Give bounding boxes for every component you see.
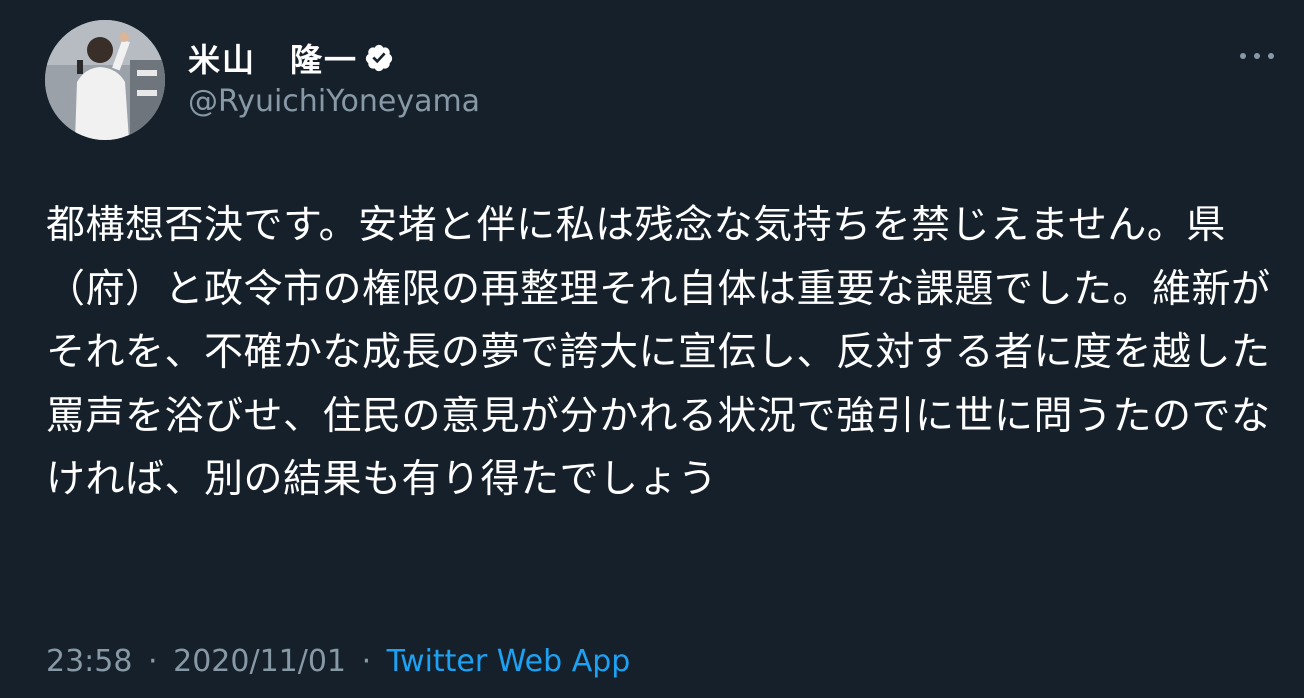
user-handle[interactable]: @RyuichiYoneyama	[188, 82, 480, 122]
author-info: 米山 隆一 @RyuichiYoneyama	[188, 36, 480, 122]
verified-badge-icon	[365, 44, 393, 72]
tweet: 米山 隆一 @RyuichiYoneyama 都構想否決です。安堵と伴に私は残念…	[0, 0, 1304, 698]
display-name[interactable]: 米山 隆一	[188, 35, 358, 81]
tweet-time[interactable]: 23:58	[46, 644, 132, 679]
more-dot	[1268, 53, 1274, 59]
avatar-photo	[45, 20, 165, 140]
tweet-source-link[interactable]: Twitter Web App	[387, 644, 631, 679]
tweet-date[interactable]: 2020/11/01	[173, 644, 346, 679]
meta-separator: ·	[148, 644, 158, 679]
more-dot	[1254, 53, 1260, 59]
name-row: 米山 隆一	[188, 36, 480, 80]
more-options-icon[interactable]	[1240, 46, 1274, 66]
tweet-text: 都構想否決です。安堵と伴に私は残念な気持ちを禁じえません。県（府）と政令市の権限…	[46, 203, 1271, 502]
avatar[interactable]	[45, 20, 165, 140]
tweet-metadata: 23:58 · 2020/11/01 · Twitter Web App	[46, 640, 630, 684]
meta-separator: ·	[361, 644, 372, 679]
more-dot	[1240, 53, 1246, 59]
